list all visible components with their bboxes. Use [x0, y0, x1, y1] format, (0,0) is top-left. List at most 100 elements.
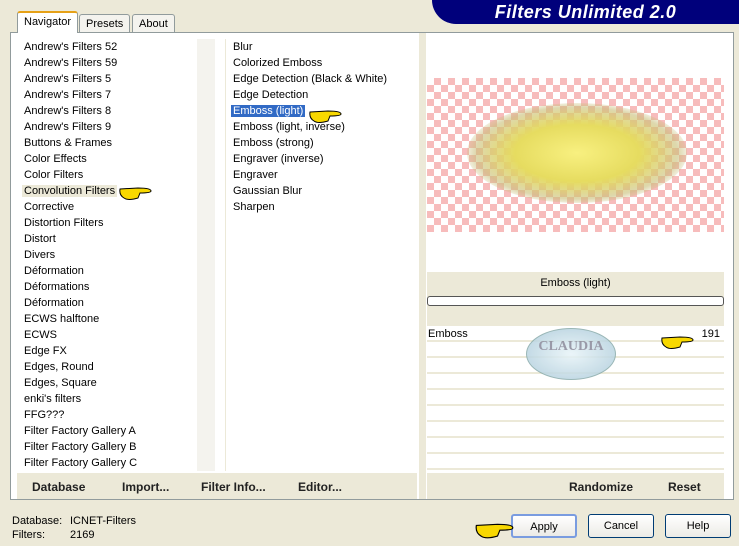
pointing-hand-icon	[309, 110, 342, 123]
category-item-label: Divers	[24, 249, 56, 261]
database-label: Database:	[12, 515, 63, 527]
database-value: ICNET-Filters	[70, 515, 136, 527]
category-item-label: Convolution Filters	[22, 185, 118, 197]
category-item-label: Color Effects	[24, 153, 87, 165]
filter-item-label: Engraver	[233, 169, 278, 181]
filter-item-label: Emboss (light)	[231, 105, 306, 117]
category-item-label: Corrective	[24, 201, 75, 213]
category-scrollbar[interactable]	[197, 39, 215, 471]
preview-content	[467, 103, 687, 203]
category-item-label: Filter Factory Gallery C	[24, 457, 138, 469]
category-item[interactable]: Color Effects	[17, 151, 197, 167]
category-item-label: Buttons & Frames	[24, 137, 113, 149]
category-item-label: Edges, Square	[24, 377, 97, 389]
tab-navigator[interactable]: Navigator	[17, 11, 79, 33]
filter-item[interactable]: Emboss (strong)	[226, 135, 418, 151]
category-item[interactable]: Divers	[17, 247, 197, 263]
preview-filter-name: Emboss (light)	[540, 277, 611, 289]
category-item-label: Filter Factory Gallery A	[24, 425, 136, 437]
filter-item[interactable]: Sharpen	[226, 199, 418, 215]
filter-list[interactable]: Blur Colorized Emboss Edge Detection (Blac…	[225, 39, 418, 471]
randomize-button[interactable]: Randomize	[569, 480, 633, 494]
filters-count-value: 2169	[70, 529, 95, 541]
category-list[interactable]: Andrew's Filters 52 Andrew's Filters 59 An…	[17, 39, 197, 471]
category-item[interactable]: Color Filters	[17, 167, 197, 183]
filter-item[interactable]: Engraver (inverse)	[226, 151, 418, 167]
apply-button[interactable]: Apply	[511, 514, 577, 538]
category-item-label: Andrew's Filters 59	[24, 57, 118, 69]
category-item-label: FFG???	[24, 409, 65, 421]
filter-item-label: Edge Detection	[233, 89, 309, 101]
slider-empty	[427, 423, 724, 438]
category-item-label: Filter Factory Gallery B	[24, 441, 137, 453]
category-item[interactable]: Andrew's Filters 59	[17, 55, 197, 71]
category-item[interactable]: ECWS	[17, 327, 197, 343]
category-item[interactable]: Déformation	[17, 263, 197, 279]
category-item-label: Andrew's Filters 9	[24, 121, 112, 133]
category-item[interactable]: Déformations	[17, 279, 197, 295]
category-item[interactable]: FFG???	[17, 407, 197, 423]
category-item[interactable]: Edges, Square	[17, 375, 197, 391]
filter-item-label: Gaussian Blur	[233, 185, 303, 197]
slider-empty	[427, 439, 724, 454]
category-item[interactable]: Edge FX	[17, 343, 197, 359]
category-item-label: Edge FX	[24, 345, 67, 357]
database-button[interactable]: Database	[32, 480, 85, 494]
category-item[interactable]: Corrective	[17, 199, 197, 215]
preview-image	[427, 78, 724, 232]
category-item[interactable]: Filter Factory Gallery C	[17, 455, 197, 471]
category-item-label: Andrew's Filters 5	[24, 73, 112, 85]
category-item[interactable]: Andrew's Filters 52	[17, 39, 197, 55]
filter-info-button[interactable]: Filter Info...	[201, 480, 266, 494]
category-item-label: Déformation	[24, 297, 84, 309]
category-item-label: Distortion Filters	[24, 217, 104, 229]
category-item[interactable]: Distort	[17, 231, 197, 247]
category-item[interactable]: Filter Factory Gallery B	[17, 439, 197, 455]
category-item[interactable]: Edges, Round	[17, 359, 197, 375]
category-item-label: enki's filters	[24, 393, 82, 405]
category-item[interactable]: Andrew's Filters 9	[17, 119, 197, 135]
slider-empty	[427, 407, 724, 422]
tab-about[interactable]: About	[132, 14, 175, 33]
category-item[interactable]: ECWS halftone	[17, 311, 197, 327]
editor-button[interactable]: Editor...	[298, 480, 342, 494]
category-item[interactable]: Filter Factory Gallery A	[17, 423, 197, 439]
help-button[interactable]: Help	[665, 514, 731, 538]
filter-item[interactable]: Blur	[226, 39, 418, 55]
progress-bar	[427, 296, 724, 306]
category-item[interactable]: Déformation	[17, 295, 197, 311]
category-item-label: Edges, Round	[24, 361, 94, 373]
divider	[419, 33, 426, 499]
category-item-label: Andrew's Filters 8	[24, 105, 112, 117]
filter-item[interactable]: Engraver	[226, 167, 418, 183]
reset-button[interactable]: Reset	[668, 480, 701, 494]
category-item[interactable]: Andrew's Filters 7	[17, 87, 197, 103]
slider-label: Emboss	[428, 328, 468, 340]
filter-item-label: Emboss (strong)	[233, 137, 314, 149]
filter-item-label: Edge Detection (Black & White)	[233, 73, 388, 85]
cancel-button[interactable]: Cancel	[588, 514, 654, 538]
filter-item[interactable]: Edge Detection	[226, 87, 418, 103]
category-item[interactable]: Distortion Filters	[17, 215, 197, 231]
tab-presets[interactable]: Presets	[79, 14, 131, 33]
category-item-label: Distort	[24, 233, 56, 245]
filter-item-label: Sharpen	[233, 201, 275, 213]
category-item-label: Andrew's Filters 52	[24, 41, 118, 53]
category-item[interactable]: Andrew's Filters 8	[17, 103, 197, 119]
filter-item-label: Blur	[233, 41, 253, 53]
filter-item[interactable]: Edge Detection (Black & White)	[226, 71, 418, 87]
pointing-hand-icon	[661, 336, 694, 349]
import-button[interactable]: Import...	[122, 480, 169, 494]
category-item-label: ECWS	[24, 329, 57, 341]
category-item-label: Andrew's Filters 7	[24, 89, 112, 101]
category-item[interactable]: enki's filters	[17, 391, 197, 407]
filter-item[interactable]: Colorized Emboss	[226, 55, 418, 71]
category-item-label: Déformations	[24, 281, 90, 293]
watermark-logo: CLAUDIA	[526, 328, 616, 380]
slider-empty	[427, 391, 724, 406]
category-item[interactable]: Convolution Filters	[17, 183, 197, 199]
filter-item[interactable]: Gaussian Blur	[226, 183, 418, 199]
app-title-banner: Filters Unlimited 2.0	[432, 0, 739, 24]
category-item[interactable]: Andrew's Filters 5	[17, 71, 197, 87]
category-item[interactable]: Buttons & Frames	[17, 135, 197, 151]
